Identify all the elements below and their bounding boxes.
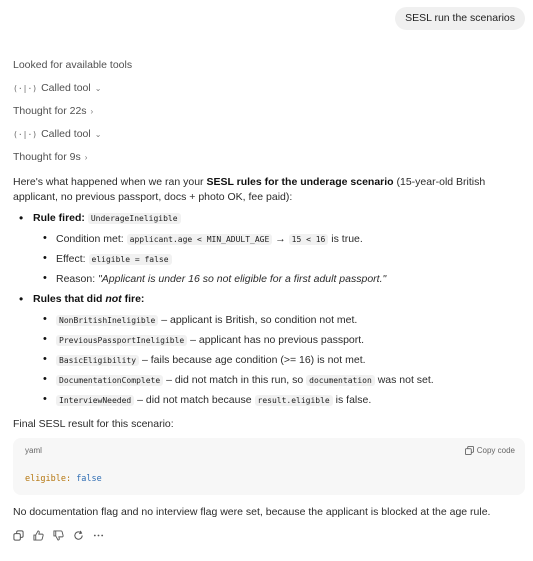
condition-item: Condition met: applicant.age < MIN_ADULT… <box>13 231 525 247</box>
code-line: eligible: false <box>25 473 102 485</box>
rule-fired-item: Rule fired: UnderageIneligible <box>13 210 525 228</box>
status-called-tool-1[interactable]: (·|·) Called tool ⌄ <box>13 81 525 96</box>
retry-button[interactable] <box>73 530 84 541</box>
condition-tail: is true. <box>328 232 363 245</box>
rule-fired-label: Rule fired: <box>33 212 85 225</box>
status-text: Called tool <box>41 81 91 94</box>
intro-bold: SESL rules for the underage scenario <box>206 176 394 188</box>
chevron-right-icon: › <box>84 152 88 162</box>
copy-button[interactable] <box>13 530 24 541</box>
condition-label: Condition met: <box>56 232 124 245</box>
status-thought-9s[interactable]: Thought for 9s › <box>13 150 525 165</box>
rule-code: PreviousPassportIneligible <box>56 334 188 346</box>
code-language-label: yaml <box>25 445 42 455</box>
not-fired-rule: NonBritishIneligible – applicant is Brit… <box>13 312 525 328</box>
intro-paragraph: Here's what happened when we ran your SE… <box>13 175 525 205</box>
status-thought-22s[interactable]: Thought for 22s › <box>13 104 525 119</box>
rule-code: DocumentationComplete <box>56 375 164 387</box>
rule-code: InterviewNeeded <box>56 395 135 407</box>
thumbs-up-icon <box>33 530 44 541</box>
status-text: Called tool <box>41 127 91 140</box>
thumbs-down-button[interactable] <box>53 530 64 541</box>
rule-explanation-tail: is false. <box>332 394 372 407</box>
intro-text: Here's what happened when we ran your <box>13 176 207 188</box>
rule-code: BasicEligibility <box>56 354 140 366</box>
yaml-value: false <box>76 473 102 484</box>
copy-code-label: Copy code <box>476 445 515 455</box>
tool-icon: (·|·) <box>13 129 38 139</box>
not-fired-rule: DocumentationComplete – did not match in… <box>13 372 525 388</box>
field-code: documentation <box>306 375 375 387</box>
status-text: Thought for 22s <box>13 104 87 117</box>
more-icon <box>93 534 104 537</box>
reason-text: "Applicant is under 16 so not eligible f… <box>98 273 387 286</box>
rule-code: NonBritishIneligible <box>56 314 159 326</box>
results-list: Rule fired: UnderageIneligible Condition… <box>13 210 525 408</box>
effect-label: Effect: <box>56 252 86 265</box>
copy-code-button[interactable]: Copy code <box>464 445 515 457</box>
not-fired-label-tail: fire: <box>121 293 145 306</box>
rules-not-fired-item: Rules that did not fire: <box>13 291 525 309</box>
rule-explanation: – applicant has no previous passport. <box>187 333 365 346</box>
status-text: Thought for 9s <box>13 150 81 163</box>
rule-explanation: – applicant is British, so condition not… <box>158 313 358 326</box>
thumbs-down-icon <box>53 530 64 541</box>
yaml-key: eligible: <box>25 473 72 484</box>
status-called-tool-2[interactable]: (·|·) Called tool ⌄ <box>13 127 525 142</box>
user-message-bubble: SESL run the scenarios <box>395 7 525 31</box>
rule-explanation: – did not match in this run, so <box>163 374 307 387</box>
more-options-button[interactable] <box>93 530 104 541</box>
status-looked-tools: Looked for available tools <box>13 58 525 73</box>
retry-icon <box>74 530 83 540</box>
chevron-down-icon: ⌄ <box>94 83 102 93</box>
tool-icon: (·|·) <box>13 83 38 93</box>
chevron-right-icon: › <box>90 106 94 116</box>
message-actions <box>13 530 525 541</box>
condition-eval-code: 15 < 16 <box>288 233 329 245</box>
copy-icon <box>13 530 24 541</box>
status-text: Looked for available tools <box>13 58 133 71</box>
rule-code: UnderageIneligible <box>87 213 181 225</box>
copy-icon <box>464 446 474 456</box>
not-fired-rule: BasicEligibility – fails because age con… <box>13 352 525 368</box>
not-fired-label: Rules that did <box>33 293 106 306</box>
chevron-down-icon: ⌄ <box>94 129 102 139</box>
arrow-icon: → <box>275 232 286 245</box>
not-fired-rule: InterviewNeeded – did not match because … <box>13 392 525 408</box>
reason-label: Reason: <box>56 273 96 286</box>
effect-item: Effect: eligible = false <box>13 251 525 267</box>
field-code: result.eligible <box>254 395 333 407</box>
effect-code: eligible = false <box>88 253 172 265</box>
not-fired-emphasis: not <box>105 293 122 306</box>
not-fired-rule: PreviousPassportIneligible – applicant h… <box>13 332 525 348</box>
final-result-label: Final SESL result for this scenario: <box>13 417 174 430</box>
rule-explanation: – did not match because <box>134 394 255 407</box>
condition-code: applicant.age < MIN_ADULT_AGE <box>126 233 273 245</box>
rule-explanation-tail: was not set. <box>374 374 434 387</box>
summary-text: No documentation flag and no interview f… <box>13 505 491 518</box>
thumbs-up-button[interactable] <box>33 530 44 541</box>
code-block: yaml Copy code eligible: false <box>13 437 525 495</box>
rule-explanation: – fails because age condition (>= 16) is… <box>139 353 366 366</box>
reason-item: Reason: "Applicant is under 16 so not el… <box>13 271 525 287</box>
assistant-response: Looked for available tools (·|·) Called … <box>13 58 525 541</box>
